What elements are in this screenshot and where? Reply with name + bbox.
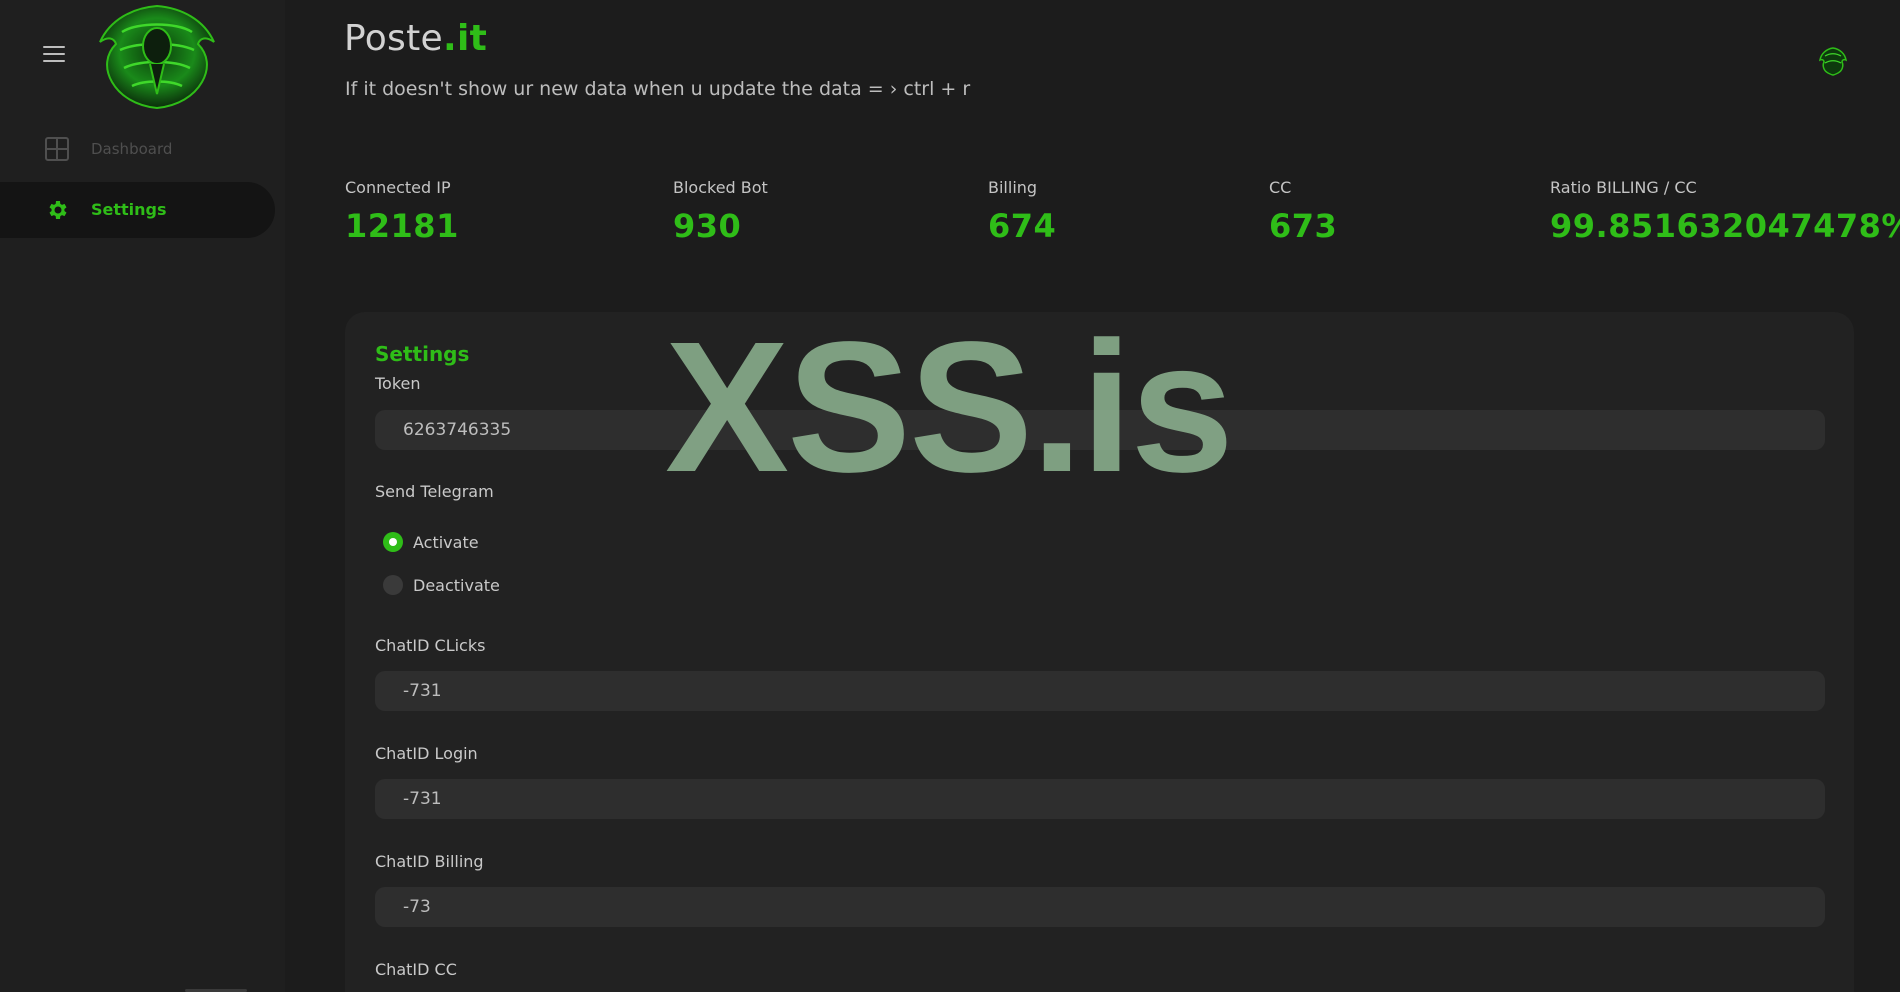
- stat-ratio: Ratio BILLING / CC 99.851632047478%: [1550, 178, 1900, 245]
- mascot-icon[interactable]: [1816, 44, 1850, 78]
- radio-deactivate[interactable]: Deactivate: [383, 573, 500, 597]
- stat-value: 930: [673, 207, 742, 245]
- sidebar: Dashboard Settings: [0, 0, 285, 992]
- token-label: Token: [375, 374, 421, 393]
- sidebar-item-dashboard[interactable]: Dashboard: [0, 121, 275, 177]
- chatid-login-input[interactable]: [375, 779, 1825, 819]
- chatid-cc-label: ChatID CC: [375, 960, 457, 979]
- radio-label: Activate: [413, 532, 479, 552]
- chatid-login-label: ChatID Login: [375, 744, 478, 763]
- stat-label: Blocked Bot: [673, 178, 768, 197]
- logo-icon: [99, 4, 215, 110]
- stat-label: Billing: [988, 178, 1038, 197]
- radio-unchecked-icon[interactable]: [383, 575, 403, 595]
- sidebar-item-label: Settings: [91, 200, 167, 219]
- chatid-billing-input[interactable]: [375, 887, 1825, 927]
- settings-title: Settings: [375, 342, 470, 366]
- token-input[interactable]: [375, 410, 1825, 450]
- sidebar-item-settings[interactable]: Settings: [0, 182, 275, 238]
- stat-label: CC: [1269, 178, 1292, 197]
- grid-icon: [45, 137, 69, 161]
- stat-label: Connected IP: [345, 178, 451, 197]
- radio-activate[interactable]: Activate: [383, 530, 479, 554]
- page-subtitle: If it doesn't show ur new data when u up…: [345, 78, 971, 100]
- sidebar-item-label: Dashboard: [91, 140, 173, 158]
- stat-value: 674: [988, 207, 1057, 245]
- radio-checked-icon[interactable]: [383, 532, 403, 552]
- stat-value: 12181: [345, 207, 459, 245]
- stat-value: 99.851632047478%: [1550, 207, 1900, 245]
- settings-card: Settings Token Send Telegram Activate De…: [345, 312, 1854, 992]
- stat-cc: CC 673: [1269, 178, 1337, 245]
- brand-accent: .it: [442, 18, 488, 59]
- send-telegram-label: Send Telegram: [375, 482, 494, 501]
- stat-label: Ratio BILLING / CC: [1550, 178, 1697, 197]
- chatid-clicks-label: ChatID CLicks: [375, 636, 486, 655]
- brand-main: Poste: [344, 18, 443, 59]
- stat-blocked-bot: Blocked Bot 930: [673, 178, 768, 245]
- gear-icon: [49, 201, 67, 219]
- app-root: Dashboard Settings Poste.it If it doesn'…: [0, 0, 1900, 992]
- stat-billing: Billing 674: [988, 178, 1056, 245]
- stat-value: 673: [1269, 207, 1338, 245]
- chatid-billing-label: ChatID Billing: [375, 852, 484, 871]
- radio-label: Deactivate: [413, 575, 500, 595]
- chatid-clicks-input[interactable]: [375, 671, 1825, 711]
- stat-connected-ip: Connected IP 12181: [345, 178, 459, 245]
- hamburger-menu-icon[interactable]: [43, 46, 65, 62]
- page-title: Poste.it: [344, 18, 487, 59]
